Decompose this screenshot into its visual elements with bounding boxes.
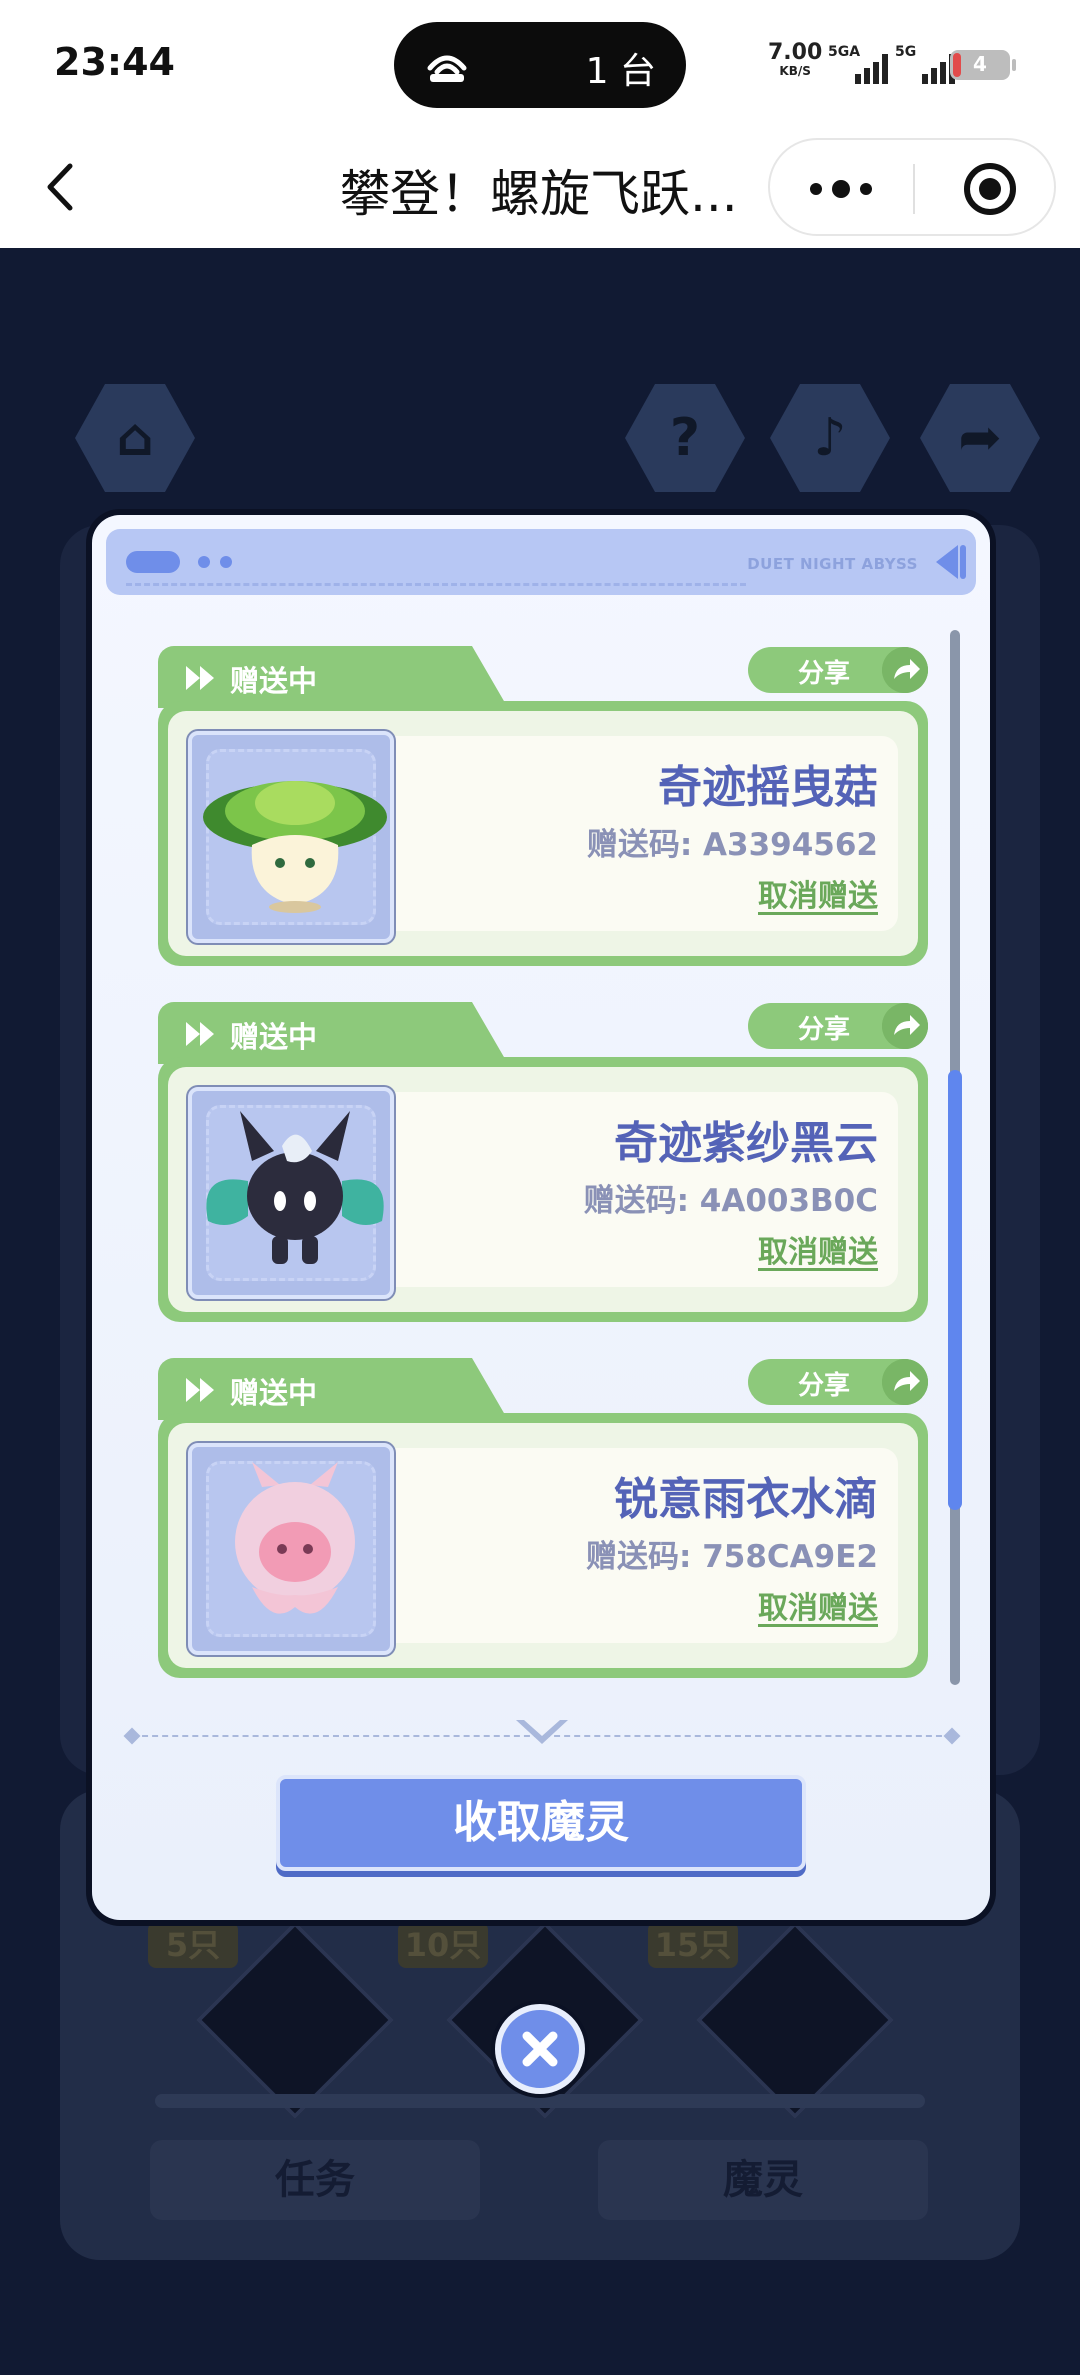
header-brand: DUET NIGHT ABYSS <box>747 555 918 573</box>
fast-forward-icon <box>186 1022 214 1046</box>
card-body: 奇迹紫纱黑云 赠送码: 4A003B0C 取消赠送 <box>158 1057 928 1322</box>
home-icon: ⌂ <box>75 384 195 492</box>
pet-name: 奇迹摇曳菇 <box>658 762 878 813</box>
share-label: 分享 <box>798 1015 851 1045</box>
dynamic-island: 1 台 <box>394 22 686 108</box>
gift-status: 赠送中 <box>230 664 318 698</box>
milestone-tag: 15只 <box>648 1922 738 1968</box>
capsule-divider <box>913 164 915 214</box>
help-icon: ? <box>625 384 745 492</box>
milestone-progress <box>155 2094 925 2108</box>
gift-card: 赠送中 分享 <box>158 646 928 966</box>
battery-level: 4 <box>973 52 987 76</box>
share-arrow-icon <box>882 1003 928 1049</box>
milestone-tag: 5只 <box>148 1922 238 1968</box>
header-dot <box>198 556 210 568</box>
mushroom-sprite-icon <box>188 731 394 943</box>
gift-code: 赠送码: 758CA9E2 <box>586 1539 878 1575</box>
share-label: 分享 <box>798 1371 851 1401</box>
share-button[interactable]: 分享 <box>748 1003 928 1049</box>
card-tab-slant <box>448 1002 508 1064</box>
card-body: 奇迹摇曳菇 赠送码: A3394562 取消赠送 <box>158 701 928 966</box>
dark-cloud-sprite-icon <box>188 1087 394 1299</box>
header-pill <box>126 551 180 573</box>
card-inner: 奇迹摇曳菇 赠送码: A3394562 取消赠送 <box>168 711 918 956</box>
fast-forward-icon <box>186 666 214 690</box>
tab-spirits: 魔灵 <box>598 2140 928 2220</box>
page-title: 攀登！螺旋飞跃... <box>340 165 738 223</box>
card-inner: 奇迹紫纱黑云 赠送码: 4A003B0C 取消赠送 <box>168 1067 918 1312</box>
share-icon: ➦ <box>920 384 1040 492</box>
pet-name: 锐意雨衣水滴 <box>614 1474 878 1525</box>
share-label: 分享 <box>798 659 851 689</box>
gift-code: 赠送码: 4A003B0C <box>583 1183 878 1219</box>
dialog-header: DUET NIGHT ABYSS <box>106 529 976 595</box>
share-button[interactable]: 分享 <box>748 1359 928 1405</box>
status-bar: 23:44 1 台 7.00 KB/S 5GA 5G 4 <box>0 0 1080 130</box>
share-arrow-icon <box>882 647 928 693</box>
cancel-gift-link[interactable]: 取消赠送 <box>758 871 878 915</box>
pet-name: 奇迹紫纱黑云 <box>614 1118 878 1169</box>
status-time: 23:44 <box>54 40 175 84</box>
scrollbar-thumb[interactable] <box>948 1070 962 1510</box>
card-tab-slant <box>448 646 508 708</box>
target-circle-icon[interactable] <box>964 163 1016 215</box>
signal-5ga-icon: 5GA <box>828 44 888 84</box>
gift-dialog: DUET NIGHT ABYSS 赠送中 分享 奇迹摇曳菇 赠送码: A3394… <box>92 515 990 1920</box>
hotspot-count: 1 台 <box>585 51 656 92</box>
music-icon: ♪ <box>770 384 890 492</box>
card-body: 锐意雨衣水滴 赠送码: 758CA9E2 取消赠送 <box>158 1413 928 1678</box>
share-arrow-icon <box>882 1359 928 1405</box>
gift-card: 赠送中 分享 <box>158 1002 928 1322</box>
pink-droplet-sprite-icon <box>188 1443 394 1655</box>
gift-status: 赠送中 <box>230 1376 318 1410</box>
card-inner: 锐意雨衣水滴 赠送码: 758CA9E2 取消赠送 <box>168 1423 918 1668</box>
close-button[interactable] <box>495 2004 585 2094</box>
hotspot-icon <box>427 55 467 82</box>
header-dot <box>220 556 232 568</box>
card-tab-slant <box>448 1358 508 1420</box>
collapse-bar <box>960 545 966 579</box>
share-button[interactable]: 分享 <box>748 647 928 693</box>
cancel-gift-link[interactable]: 取消赠送 <box>758 1227 878 1271</box>
chevron-left-icon[interactable] <box>38 152 88 222</box>
divider-end <box>943 1727 961 1745</box>
gift-status: 赠送中 <box>230 1020 318 1054</box>
signal-label: 5G <box>895 44 917 60</box>
net-speed: 7.00 KB/S <box>768 42 822 80</box>
battery-icon: 4 <box>950 50 1016 80</box>
more-dots-icon[interactable] <box>810 180 872 198</box>
divider-end <box>123 1727 141 1745</box>
gift-card: 赠送中 分享 <box>158 1358 928 1678</box>
mini-program-capsule <box>768 138 1056 236</box>
collect-spirits-button[interactable]: 收取魔灵 <box>276 1775 806 1871</box>
milestone-tag: 10只 <box>398 1922 488 1968</box>
divider-arrow-inner <box>524 1720 560 1736</box>
nav-bar: 攀登！螺旋飞跃... <box>0 130 1080 248</box>
tab-tasks: 任务 <box>150 2140 480 2220</box>
header-dash <box>126 583 746 586</box>
fast-forward-icon <box>186 1378 214 1402</box>
collapse-icon <box>936 545 958 579</box>
close-icon <box>522 2031 558 2067</box>
signal-5g-icon: 5G <box>895 44 955 84</box>
cancel-gift-link[interactable]: 取消赠送 <box>758 1583 878 1627</box>
gift-code: 赠送码: A3394562 <box>586 827 878 863</box>
